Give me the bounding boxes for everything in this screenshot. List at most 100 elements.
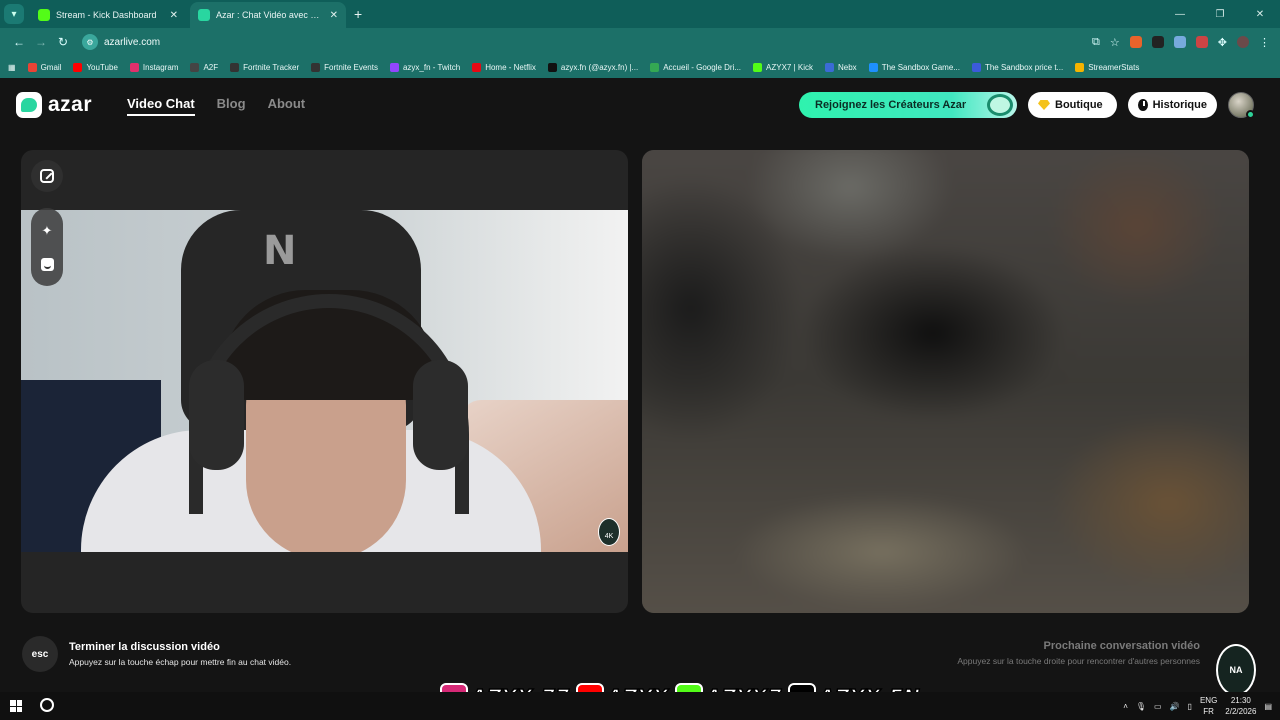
tab-kick-dashboard[interactable]: Stream - Kick Dashboard ✕ xyxy=(30,2,186,28)
streamerstats-icon xyxy=(1075,62,1085,72)
bookmark-item[interactable]: azyx.fn (@azyx.fn) |... xyxy=(547,62,638,72)
historique-button[interactable]: Historique xyxy=(1128,92,1217,118)
tracker-icon xyxy=(230,62,240,72)
youtube-icon xyxy=(73,62,83,72)
bookmark-item[interactable]: StreamerStats xyxy=(1075,62,1139,72)
minimize-button[interactable]: — xyxy=(1160,0,1200,28)
battery-icon[interactable]: ▯ xyxy=(1188,702,1192,711)
nav-about[interactable]: About xyxy=(268,96,306,116)
kick-icon xyxy=(753,62,763,72)
creators-badge-icon xyxy=(987,94,1013,116)
next-chat-subtitle: Appuyez sur la touche droite pour rencon… xyxy=(957,656,1200,666)
join-creators-label: Rejoignez les Créateurs Azar xyxy=(815,99,967,111)
join-creators-button[interactable]: Rejoignez les Créateurs Azar xyxy=(799,92,1017,118)
close-window-button[interactable]: ✕ xyxy=(1240,0,1280,28)
windows-start-icon[interactable] xyxy=(10,700,22,712)
language-indicator[interactable]: ENG FR xyxy=(1200,695,1217,717)
tab-close-icon[interactable]: ✕ xyxy=(170,10,178,21)
online-status-dot xyxy=(1246,110,1255,119)
window-controls: — ❐ ✕ xyxy=(1160,0,1280,28)
expand-icon xyxy=(40,169,54,183)
tab-azar[interactable]: Azar : Chat Vidéo avec de nouvelles pers… xyxy=(190,2,346,28)
azar-logo[interactable]: azar xyxy=(16,92,92,118)
events-icon xyxy=(311,62,321,72)
blurred-remote-feed xyxy=(642,150,1249,613)
clock-display[interactable]: 21:30 2/2/2026 xyxy=(1225,695,1256,717)
historique-label: Historique xyxy=(1152,99,1207,111)
esc-key-button[interactable]: esc xyxy=(22,636,58,672)
bookmark-item[interactable]: Fortnite Events xyxy=(311,62,378,72)
bookmark-item[interactable]: Gmail xyxy=(27,62,61,72)
user-avatar[interactable] xyxy=(1228,92,1255,119)
effects-toolbar: ✦ xyxy=(31,208,63,286)
bookmark-item[interactable]: Accueil - Google Dri... xyxy=(650,62,741,72)
reload-icon[interactable]: ↻ xyxy=(52,35,74,49)
watermark-4k-badge: 4K xyxy=(598,518,620,546)
remote-video-panel xyxy=(642,150,1249,613)
maximize-button[interactable]: ❐ xyxy=(1200,0,1240,28)
end-chat-hint: esc Terminer la discussion vidéo Appuyez… xyxy=(22,636,291,672)
logo-text: azar xyxy=(48,93,93,116)
bookmark-item[interactable]: Fortnite Tracker xyxy=(230,62,299,72)
streamer-emblem: NA xyxy=(1216,644,1256,696)
windows-taskbar: ˄ 🎙 ▭ 🔊 ▯ ENG FR 21:30 2/2/2026 ▤ xyxy=(0,692,1280,720)
sandbox-price-icon xyxy=(971,62,981,72)
url-text: azarlive.com xyxy=(104,36,161,48)
extension-red-icon[interactable] xyxy=(1195,36,1208,48)
next-chat-hint: Prochaine conversation vidéo Appuyez sur… xyxy=(957,640,1200,666)
notification-icon[interactable]: ▤ xyxy=(1264,702,1272,711)
new-tab-button[interactable]: + xyxy=(354,6,362,22)
extensions-puzzle-icon[interactable]: ✥ xyxy=(1218,36,1227,49)
apps-grid-icon[interactable]: ▦ xyxy=(8,63,16,72)
microphone-icon[interactable]: 🎙 xyxy=(1136,702,1146,711)
bookmarks-bar: ▦ Gmail YouTube Instagram A2F Fortnite T… xyxy=(0,56,1280,78)
browser-toolbar: ← → ↻ ⚙ azarlive.com ⧉ ☆ ✥ ⋮ xyxy=(0,28,1280,56)
nav-video-chat[interactable]: Video Chat xyxy=(127,96,195,116)
google-drive-icon xyxy=(650,62,660,72)
boutique-label: Boutique xyxy=(1055,99,1103,111)
bookmark-item[interactable]: azyx_fn - Twitch xyxy=(389,62,460,72)
toggle-layout-button[interactable] xyxy=(31,160,63,192)
extension-fox-icon[interactable] xyxy=(1129,36,1142,48)
main-nav: Video Chat Blog About xyxy=(127,96,305,116)
profile-avatar-icon[interactable] xyxy=(1237,36,1249,48)
bookmark-item[interactable]: YouTube xyxy=(73,62,118,72)
clock-icon xyxy=(1138,99,1148,111)
tab-close-icon[interactable]: ✕ xyxy=(330,10,338,21)
bookmark-item[interactable]: A2F xyxy=(190,62,218,72)
site-header: azar Video Chat Blog About Rejoignez les… xyxy=(0,78,1280,130)
bookmark-item[interactable]: The Sandbox price t... xyxy=(971,62,1063,72)
tray-chevron-icon[interactable]: ˄ xyxy=(1123,702,1128,711)
nebx-icon xyxy=(825,62,834,72)
browser-menu-icon[interactable]: ⋮ xyxy=(1259,36,1270,49)
network-icon[interactable]: ▭ xyxy=(1154,702,1162,711)
boutique-button[interactable]: Boutique xyxy=(1028,92,1117,118)
toolbar-actions: ⧉ ☆ ✥ ⋮ xyxy=(1092,36,1280,49)
bookmark-item[interactable]: The Sandbox Game... xyxy=(868,62,960,72)
bookmark-item[interactable]: Home - Netflix xyxy=(472,62,536,72)
instagram-icon xyxy=(129,62,139,72)
magic-wand-icon[interactable]: ✦ xyxy=(42,223,53,239)
browser-tab-bar: ▾ Stream - Kick Dashboard ✕ Azar : Chat … xyxy=(0,0,1280,28)
bookmark-item[interactable]: Instagram xyxy=(129,62,178,72)
nav-blog[interactable]: Blog xyxy=(217,96,246,116)
bookmark-item[interactable]: Nebx xyxy=(825,62,857,72)
next-chat-title: Prochaine conversation vidéo xyxy=(1043,640,1201,652)
local-video-panel: N 4K ✦ xyxy=(21,150,628,613)
system-tray: ˄ 🎙 ▭ 🔊 ▯ ENG FR 21:30 2/2/2026 ▤ xyxy=(1123,692,1272,720)
address-bar[interactable]: ⚙ azarlive.com xyxy=(82,31,1092,53)
site-info-icon[interactable]: ⚙ xyxy=(82,34,98,50)
azar-chat-bubble-icon xyxy=(16,92,42,118)
extension-shield-icon[interactable] xyxy=(1173,36,1186,48)
forward-arrow-icon[interactable]: → xyxy=(30,35,52,49)
taskbar-search-icon[interactable] xyxy=(40,698,54,712)
face-filter-icon[interactable] xyxy=(40,257,54,271)
tab-search-button[interactable]: ▾ xyxy=(4,4,24,24)
volume-icon[interactable]: 🔊 xyxy=(1170,702,1180,711)
kick-favicon-icon xyxy=(38,9,50,21)
install-app-icon[interactable]: ⧉ xyxy=(1092,36,1100,49)
back-arrow-icon[interactable]: ← xyxy=(8,35,30,49)
bookmark-item[interactable]: AZYX7 | Kick xyxy=(753,62,813,72)
extension-dark-icon[interactable] xyxy=(1151,36,1164,48)
bookmark-star-icon[interactable]: ☆ xyxy=(1110,36,1120,49)
